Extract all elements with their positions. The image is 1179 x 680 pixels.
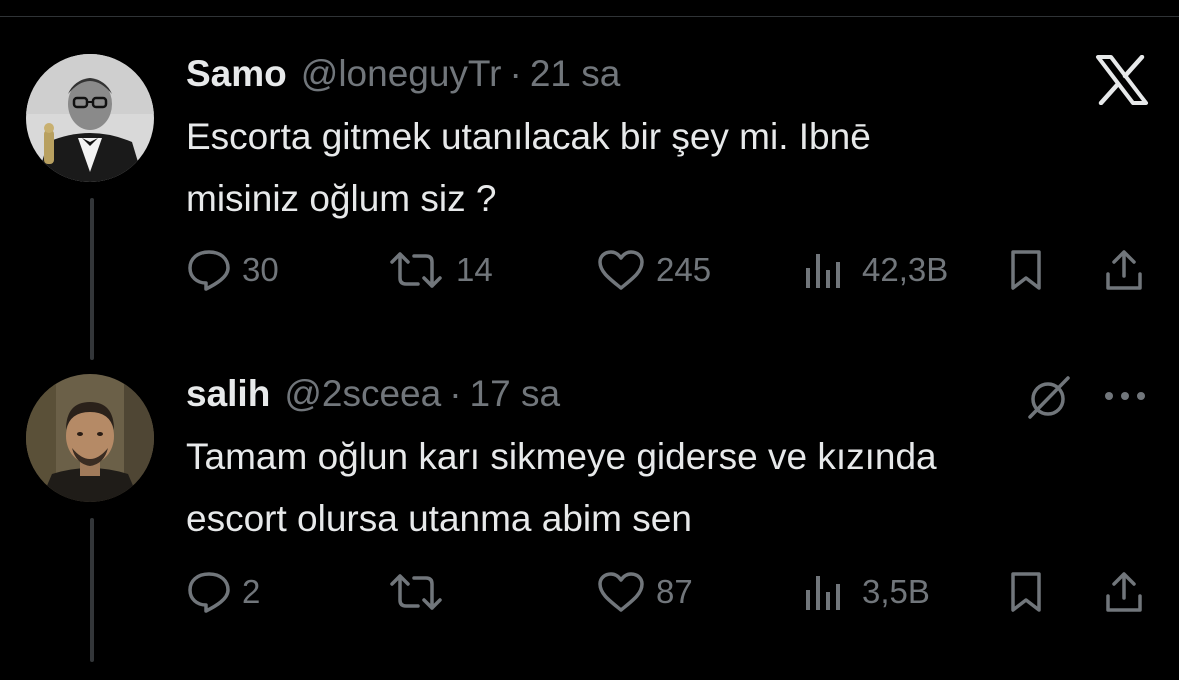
tweet-text-line: escort olursa utanma abim sen [186,498,692,539]
tweet-header: Samo @loneguyTr · 21 sa [186,50,620,98]
tweet-header: salih @2sceea · 17 sa [186,370,560,418]
bookmark-button[interactable] [1000,248,1052,292]
like-count: 87 [656,573,693,610]
timestamp[interactable]: 17 sa [470,373,561,415]
top-divider [0,16,1179,17]
speech-bubble-icon [188,572,230,613]
avatar[interactable] [26,374,154,502]
separator: · [509,53,522,94]
retweet-button[interactable]: 14 [386,248,493,292]
reply-count: 30 [242,251,279,288]
grok-button[interactable] [1022,372,1076,422]
bookmark-button[interactable] [1000,570,1052,614]
like-button[interactable]: 245 [596,248,711,292]
bookmark-icon [1011,250,1041,290]
share-icon [1106,572,1142,612]
like-button[interactable]: 87 [596,570,693,614]
view-count: 3,5B [862,573,930,610]
heart-icon [598,572,644,612]
retweet-count: 14 [456,251,493,288]
reply-count: 2 [242,573,261,610]
share-button[interactable] [1098,570,1150,614]
username[interactable]: @2sceea [284,373,441,415]
bar-chart-icon [806,576,840,610]
share-icon [1106,250,1142,290]
tweet-text: Tamam oğlun karı sikmeye giderse ve kızı… [186,426,1146,550]
separator: · [449,373,462,414]
close-button[interactable] [1090,48,1154,112]
speech-bubble-icon [188,250,230,291]
tweet-text: Escorta gitmek utanılacak bir şey mi. Ib… [186,106,1146,230]
bar-chart-icon [806,254,840,288]
retweet-icon [390,574,442,610]
display-name[interactable]: salih [186,373,270,415]
retweet-button[interactable] [386,570,456,614]
reply-button[interactable]: 30 [186,248,279,292]
heart-icon [598,250,644,290]
more-button[interactable] [1098,374,1152,418]
x-logo-icon [1096,55,1148,105]
reply-button[interactable]: 2 [186,570,260,614]
views-button[interactable]: 42,3B [800,248,948,292]
bookmark-icon [1011,572,1041,612]
thread-line [90,198,94,360]
view-count: 42,3B [862,251,949,288]
avatar[interactable] [26,54,154,182]
thread-line [90,518,94,662]
tweet-text-line: Escorta gitmek utanılacak bir şey mi. Ib… [186,116,871,157]
views-button[interactable]: 3,5B [800,570,930,614]
display-name[interactable]: Samo [186,53,287,95]
grok-icon [1028,376,1070,419]
more-horizontal-icon [1105,392,1145,400]
share-button[interactable] [1098,248,1150,292]
username[interactable]: @loneguyTr [301,53,502,95]
tweet-text-line: Tamam oğlun karı sikmeye giderse ve kızı… [186,436,937,477]
retweet-icon [390,252,442,288]
like-count: 245 [656,251,712,288]
tweet-text-line: misiniz oğlum siz ? [186,178,497,219]
timestamp[interactable]: 21 sa [530,53,621,95]
